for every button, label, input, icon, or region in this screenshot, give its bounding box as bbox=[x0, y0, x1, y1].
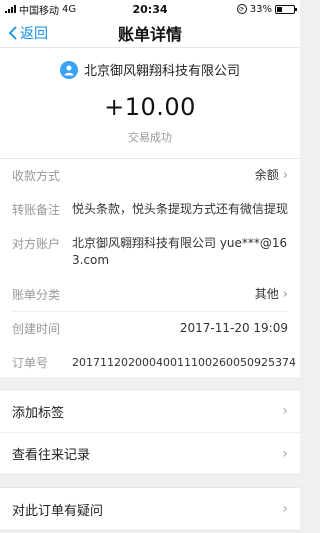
transaction-status: 交易成功 bbox=[128, 131, 172, 144]
merchant-name: 北京御风翱翔科技有限公司 bbox=[83, 64, 240, 79]
network-label: 4G bbox=[62, 3, 77, 15]
divider bbox=[12, 226, 288, 227]
order-number-row: 订单号 20171120200040011100260050925374 bbox=[0, 354, 300, 371]
add-tag-item[interactable]: 添加标签 › bbox=[0, 390, 300, 432]
chevron-right-icon: › bbox=[282, 445, 288, 462]
view-history-item[interactable]: 查看往来记录 › bbox=[0, 432, 300, 474]
transaction-summary: 北京御风翱翔科技有限公司 +10.00 交易成功 bbox=[0, 48, 300, 158]
divider bbox=[12, 277, 288, 278]
chevron-left-icon bbox=[8, 25, 17, 40]
chevron-right-icon: › bbox=[282, 168, 288, 183]
category-value: 其他 bbox=[254, 287, 279, 301]
payment-method-label: 收款方式 bbox=[12, 169, 61, 183]
avatar bbox=[59, 60, 78, 79]
counterparty-label: 对方账户 bbox=[12, 237, 61, 251]
counterparty-value: 北京御风翱翔科技有限公司 yue***@163.com bbox=[72, 236, 288, 267]
created-time-value: 2017-11-20 19:09 bbox=[179, 321, 288, 335]
support-group: 对此订单有疑问 › bbox=[0, 487, 300, 531]
battery-level bbox=[277, 6, 283, 12]
details-section: 收款方式 余额 › 转账备注 悦头条款，悦头条提现方式还有微信提现 对方账户 北… bbox=[0, 158, 300, 377]
status-left: 中国移动 4G bbox=[5, 2, 76, 17]
back-button[interactable]: 返回 bbox=[0, 23, 48, 43]
signal-icon bbox=[5, 5, 16, 13]
rotation-lock-icon: ⟳ bbox=[236, 4, 247, 14]
created-time-row: 创建时间 2017-11-20 19:09 bbox=[0, 320, 300, 337]
nav-bar: 返回 账单详情 bbox=[0, 18, 300, 48]
category-row[interactable]: 账单分类 其他 › bbox=[0, 286, 300, 303]
created-time-label: 创建时间 bbox=[12, 322, 61, 336]
transfer-note-row: 转账备注 悦头条款，悦头条提现方式还有微信提现 bbox=[0, 201, 300, 218]
transfer-note-label: 转账备注 bbox=[12, 203, 61, 217]
status-right: ⟳ 33% bbox=[236, 3, 297, 15]
category-label: 账单分类 bbox=[12, 288, 61, 302]
amount: +10.00 bbox=[104, 93, 196, 121]
order-question-item[interactable]: 对此订单有疑问 › bbox=[0, 488, 300, 530]
divider bbox=[12, 345, 288, 346]
chevron-right-icon: › bbox=[282, 501, 288, 517]
counterparty-row: 对方账户 北京御风翱翔科技有限公司 yue***@163.com bbox=[0, 235, 300, 269]
divider bbox=[12, 311, 288, 312]
order-question-label: 对此订单有疑问 bbox=[12, 503, 104, 519]
back-label: 返回 bbox=[20, 25, 48, 42]
merchant-row: 北京御风翱翔科技有限公司 bbox=[59, 60, 240, 79]
payment-method-value: 余额 bbox=[254, 168, 279, 182]
user-icon bbox=[64, 65, 74, 75]
transfer-note-value: 悦头条款，悦头条提现方式还有微信提现 bbox=[72, 202, 289, 216]
payment-method-row[interactable]: 收款方式 余额 › bbox=[0, 167, 300, 184]
order-number-value: 20171120200040011100260050925374 bbox=[72, 356, 296, 369]
battery-percent: 33% bbox=[249, 3, 272, 15]
actions-group: 添加标签 › 查看往来记录 › bbox=[0, 389, 300, 475]
view-history-label: 查看往来记录 bbox=[12, 448, 91, 463]
status-bar: 中国移动 4G 20:34 ⟳ 33% bbox=[0, 0, 300, 18]
chevron-right-icon: › bbox=[282, 287, 288, 302]
order-number-label: 订单号 bbox=[12, 356, 49, 370]
battery-icon bbox=[275, 4, 297, 14]
carrier-label: 中国移动 bbox=[19, 5, 59, 17]
divider bbox=[12, 192, 288, 193]
add-tag-label: 添加标签 bbox=[12, 405, 65, 421]
chevron-right-icon: › bbox=[282, 403, 288, 419]
